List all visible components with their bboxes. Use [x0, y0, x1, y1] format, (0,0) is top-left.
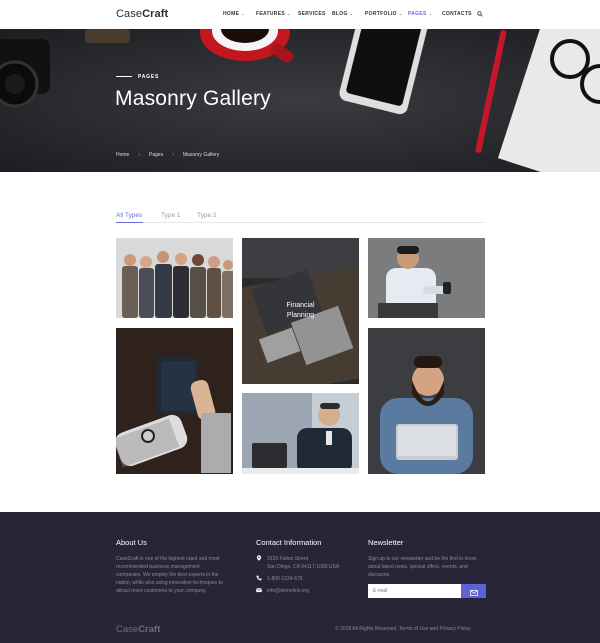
breadcrumb-separator-icon: › — [172, 152, 174, 158]
hero-label-line — [116, 76, 132, 77]
nav-item-pages[interactable]: PAGES ⌄ — [408, 11, 432, 17]
breadcrumb-pages[interactable]: Pages — [149, 152, 163, 158]
footer-newsletter-title: Newsletter — [368, 538, 404, 547]
site-logo[interactable]: CaseCraft — [116, 8, 168, 20]
nav-item-contacts[interactable]: CONTACTS — [442, 11, 472, 17]
envelope-icon — [469, 590, 478, 596]
active-filter-underline — [116, 222, 143, 223]
desk-background-image — [0, 29, 600, 172]
breadcrumb-current: Masonry Gallery — [182, 152, 220, 158]
mail-icon — [256, 587, 262, 593]
footer-newsletter-text: Sign up to our newsletter and be the fir… — [368, 556, 477, 578]
phone-icon — [256, 575, 262, 581]
man-at-laptop-photo — [242, 393, 359, 474]
nav-item-portfolio[interactable]: PORTFOLIO ⌄ — [365, 11, 403, 17]
nav-item-features[interactable]: FEATURES ⌄ — [256, 11, 291, 17]
chevron-down-icon: ⌄ — [398, 11, 403, 16]
tile-caption: Financial Planning — [286, 302, 315, 319]
page-hero: PAGES Masonry Gallery Home › Pages › Masonry… — [0, 29, 600, 172]
gallery-filter-tabs: All Types Type 1 Type 2 — [116, 210, 484, 223]
breadcrumb: Home › Pages › Masonry Gallery — [116, 152, 219, 158]
breadcrumb-home[interactable]: Home — [116, 152, 129, 158]
newsletter-submit-button[interactable] — [461, 584, 486, 598]
filter-type-2[interactable]: Type 2 — [197, 212, 217, 219]
notebook-watch-photo — [116, 328, 233, 474]
nav-item-home[interactable]: HOME ⌄ — [223, 11, 245, 17]
filter-all-types[interactable]: All Types — [116, 212, 142, 219]
nav-item-blog[interactable]: BLOG ⌄ — [332, 11, 353, 17]
gallery-tile-man-with-phone[interactable] — [368, 238, 485, 318]
footer-address-line1: 3120 Fulton Street — [267, 556, 309, 562]
gallery-tile-business-team[interactable] — [116, 238, 233, 318]
search-icon[interactable] — [477, 11, 483, 17]
chevron-down-icon: ⌄ — [241, 11, 245, 16]
bearded-man-laptop-photo — [368, 328, 485, 474]
chevron-down-icon: ⌄ — [428, 11, 433, 16]
site-footer: About Us CaseCraft is one of the highest… — [0, 512, 600, 643]
newsletter-email-input[interactable] — [368, 584, 461, 598]
nav-item-services[interactable]: SERVICES — [298, 11, 326, 17]
footer-logo[interactable]: CaseCraft — [116, 624, 160, 635]
breadcrumb-separator-icon: › — [138, 152, 141, 158]
footer-contact-title: Contact Information — [256, 538, 322, 547]
filter-type-1[interactable]: Type 1 — [161, 212, 181, 219]
page-title: Masonry Gallery — [115, 87, 271, 110]
man-with-phone-photo — [368, 238, 485, 318]
chevron-down-icon: ⌄ — [286, 11, 291, 16]
footer-about-title: About Us — [116, 538, 147, 547]
footer-email[interactable]: info@demolink.org — [267, 587, 309, 595]
business-team-photo — [116, 238, 233, 318]
footer-address-line2: San Diego, CA 94117-1080 USA — [267, 564, 340, 570]
gallery-tile-financial-planning[interactable]: Financial Planning — [242, 238, 359, 384]
hero-label: PAGES — [138, 74, 160, 80]
location-pin-icon — [256, 555, 262, 561]
gallery-tile-notebook-watch[interactable] — [116, 328, 233, 474]
site-header: CaseCraft HOME ⌄ FEATURES ⌄ SERVICES BLOG ⌄… — [0, 0, 600, 29]
chevron-down-icon: ⌄ — [349, 11, 354, 16]
footer-phone[interactable]: 1-800-1234-678 — [267, 575, 303, 583]
gallery-tile-man-at-laptop[interactable] — [242, 393, 359, 474]
footer-about-text: CaseCraft is one of the highest rated an… — [116, 556, 223, 594]
gallery-tile-bearded-man-laptop[interactable] — [368, 328, 485, 474]
footer-copyright: © 2018 All Rights Reserved. Terms of Use… — [335, 626, 471, 632]
